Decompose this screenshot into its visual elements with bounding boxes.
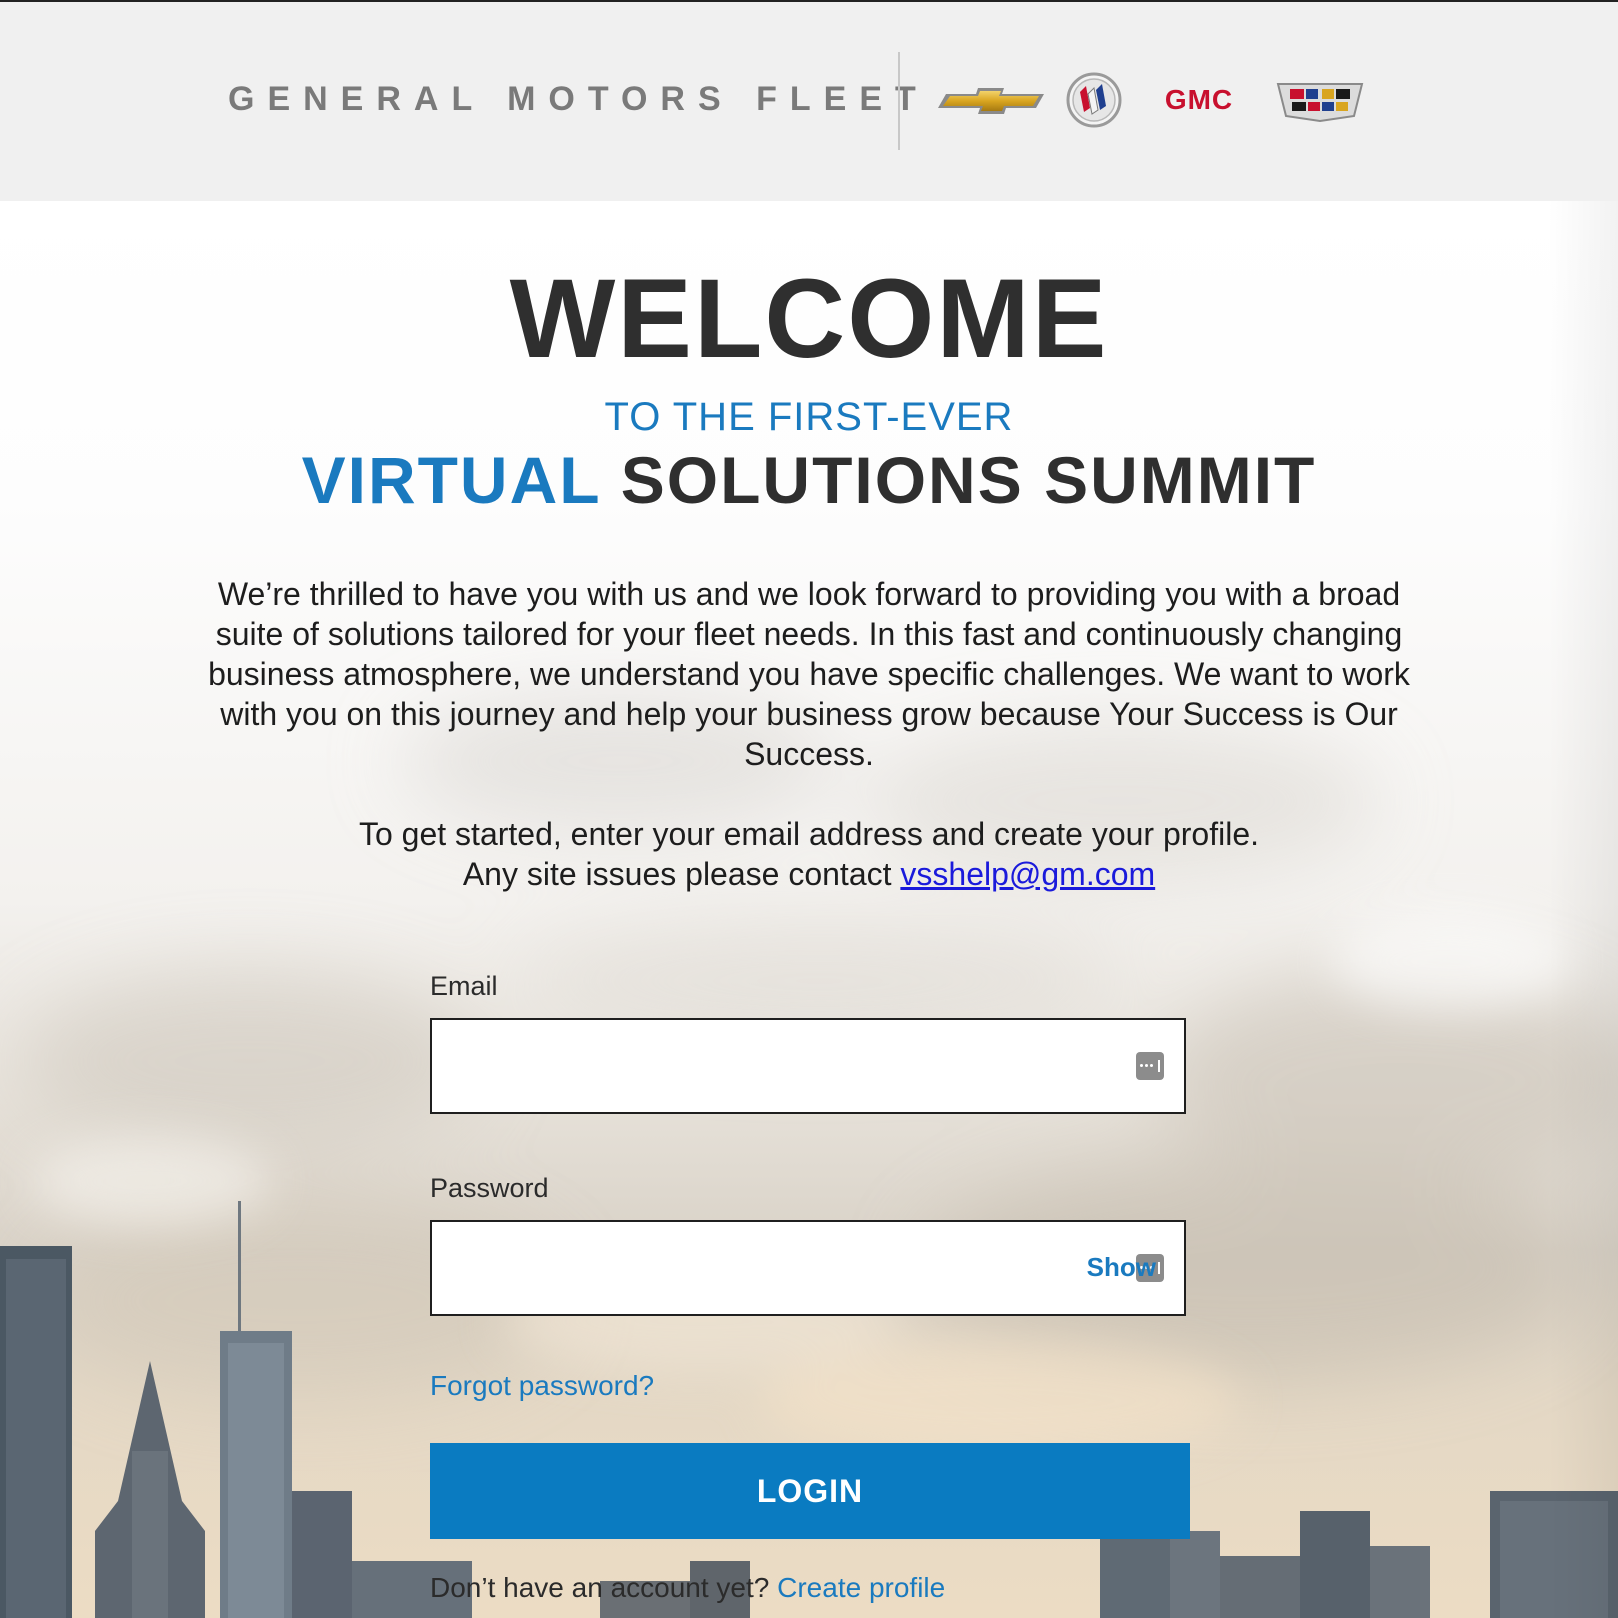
gmc-wordmark: GMC xyxy=(1165,84,1233,114)
event-subtitle: TO THE FIRST-EVER xyxy=(604,395,1014,439)
create-profile-link[interactable]: Create profile xyxy=(777,1572,945,1603)
forgot-password-link[interactable]: Forgot password? xyxy=(430,1370,654,1402)
password-manager-icon[interactable] xyxy=(1136,1052,1164,1080)
show-password-toggle[interactable]: Show xyxy=(1087,1252,1156,1283)
welcome-heading: WELCOME xyxy=(509,256,1109,381)
event-title-rest: SOLUTIONS SUMMIT xyxy=(620,443,1317,517)
email-input[interactable] xyxy=(446,1034,1090,1100)
password-input[interactable] xyxy=(446,1236,1090,1302)
brand-name: GENERAL MOTORS FLEET xyxy=(228,80,929,118)
intro-paragraph: We’re thrilled to have you with us and w… xyxy=(208,576,1410,772)
help-email-link[interactable]: vsshelp@gm.com xyxy=(900,856,1155,892)
site-header: GENERAL MOTORS FLEET GMC xyxy=(0,2,1618,201)
gmc-logo: GMC xyxy=(1144,84,1254,114)
hero-section: WELCOME TO THE FIRST-EVER VIRTUAL SOLUTI… xyxy=(0,201,1618,1618)
chevrolet-logo xyxy=(938,88,1044,114)
get-started-text: To get started, enter your email address… xyxy=(190,814,1428,894)
header-divider xyxy=(898,52,900,150)
email-label: Email xyxy=(430,971,498,1001)
get-started-line: To get started, enter your email address… xyxy=(358,816,1260,852)
buick-logo xyxy=(1066,72,1122,128)
event-title-accent: VIRTUAL xyxy=(301,443,601,517)
password-field[interactable]: Show xyxy=(430,1220,1186,1316)
login-button[interactable]: LOGIN xyxy=(430,1443,1190,1539)
signup-prompt-text: Don’t have an account yet? xyxy=(430,1572,770,1603)
signup-prompt: Don’t have an account yet? Create profil… xyxy=(430,1572,945,1604)
password-label: Password xyxy=(430,1173,549,1203)
email-field[interactable] xyxy=(430,1018,1186,1114)
event-title: VIRTUAL SOLUTIONS SUMMIT xyxy=(0,447,1618,513)
support-contact-line: Any site issues please contact xyxy=(462,856,892,892)
cadillac-logo xyxy=(1276,82,1364,122)
